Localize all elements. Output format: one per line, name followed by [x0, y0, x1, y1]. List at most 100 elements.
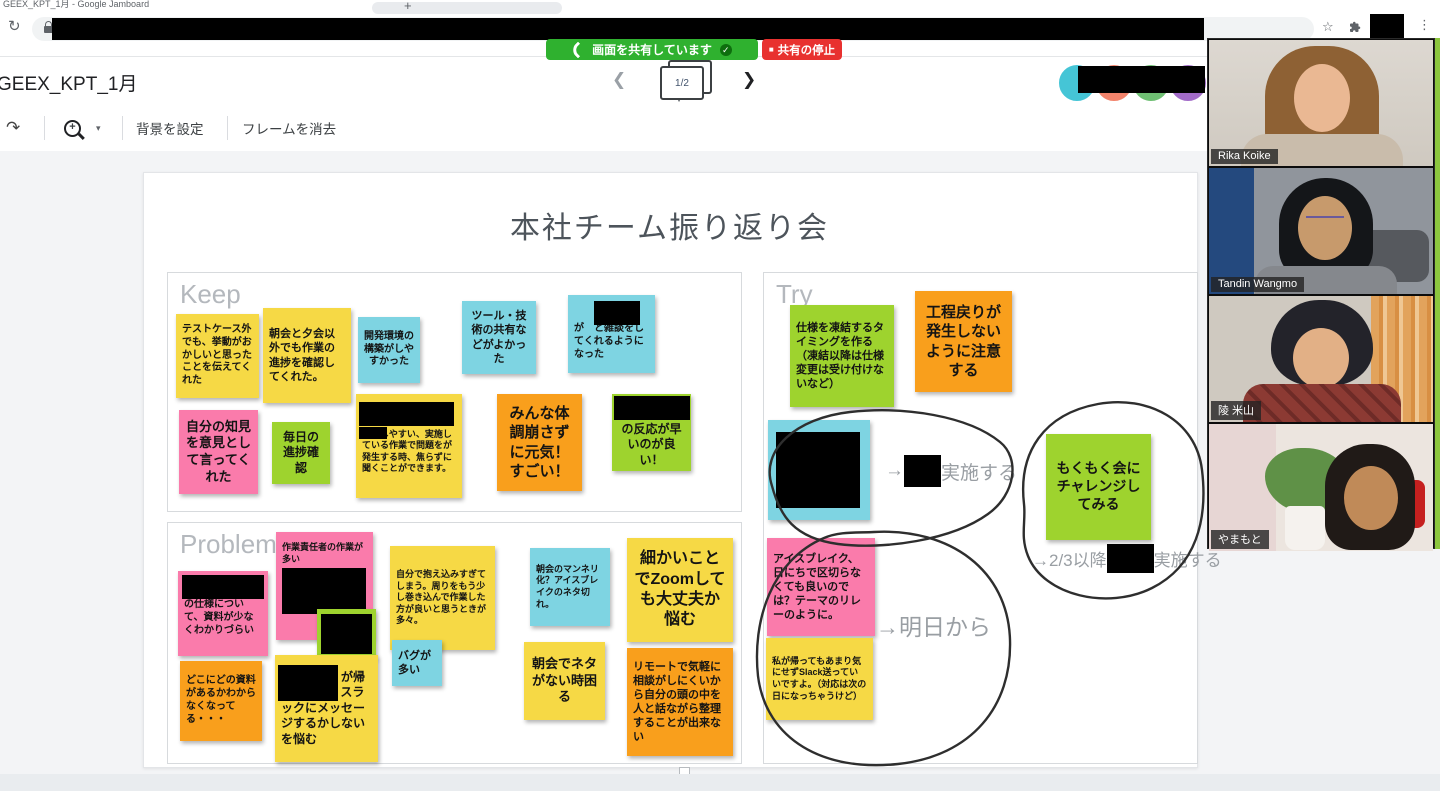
reload-icon[interactable]: ↻: [8, 17, 21, 35]
bookmark-star-icon[interactable]: ☆: [1322, 19, 1334, 35]
sticky-note[interactable]: アイスブレイク、日にちで区切らなくても良いのでは？テーマのリレーのように。: [767, 538, 875, 636]
sticky-note[interactable]: 開発環境の構築がしやすかった: [358, 317, 420, 383]
board-title: 本社チーム振り返り会: [509, 212, 830, 245]
note-text: どこにどの資料があるかわからなくなってる・・・: [186, 675, 256, 725]
note-text: みんな体調崩さずに元気！すごい！: [509, 405, 570, 480]
browser-tab-strip: GEEX_KPT_1月 - Google Jamboard +: [0, 0, 1440, 14]
video-tile[interactable]: Tandin Wangmo: [1209, 168, 1433, 294]
sticky-note[interactable]: 自分で抱え込みすぎてしまう。周りをもう少し巻き込んで作業した方が良いと思うときが…: [390, 546, 495, 650]
note-text: テストケース外でも、挙動がおかしいと思ったことを伝えてくれた: [182, 324, 252, 387]
pen-annotation: →2/3以降 実施する: [1032, 544, 1222, 573]
note-text: の仕様について、資料が少なくわかりづらい: [184, 599, 254, 636]
participant-name: Rika Koike: [1211, 149, 1278, 164]
sticky-note[interactable]: [317, 609, 376, 659]
set-background-button[interactable]: 背景を設定: [136, 105, 204, 151]
zoom-caret-icon[interactable]: ▾: [96, 105, 101, 151]
note-text: 細かいことでZoomしても大丈夫か悩む: [634, 550, 726, 629]
annotation-text: 実施する: [941, 462, 1018, 484]
screen-share-banner: 画面を共有しています ✓: [546, 39, 758, 60]
zoom-tool-icon[interactable]: +: [64, 105, 81, 151]
address-bar[interactable]: [32, 17, 1314, 41]
participant-name: 陵 米山: [1211, 401, 1262, 420]
sticky-note[interactable]: 相談しやすい、実施している作業で問題をが発生する時、焦らずに聞くことができます。: [356, 394, 462, 498]
sticky-note[interactable]: テストケース外でも、挙動がおかしいと思ったことを伝えてくれた: [176, 314, 259, 398]
extensions-icon[interactable]: [1349, 21, 1361, 33]
sticky-note[interactable]: 朝会のマンネリ化？アイスブレイクのネタ切れ。: [530, 548, 610, 626]
participant-name: Tandin Wangmo: [1211, 277, 1305, 292]
note-text: 工程戻りが発生しないように注意する: [925, 304, 1001, 379]
redaction-box: [321, 614, 372, 654]
redaction-box: [594, 301, 640, 325]
redaction-box: [614, 396, 690, 420]
note-text: 私が帰ってもあまり気にせずSlack送っていいですよ。（対応は次の日になっちゃう…: [772, 655, 867, 701]
sticky-note[interactable]: みんな体調崩さずに元気！すごい！: [497, 394, 582, 491]
sticky-note[interactable]: の反応が早いのが良い！: [612, 394, 691, 471]
sticky-note[interactable]: 朝会と夕会以外でも作業の進捗を確認してくれた。: [263, 308, 351, 403]
redo-icon[interactable]: ↷: [6, 105, 20, 151]
magnifier-icon: +: [64, 119, 81, 137]
note-text: アイスブレイク、日にちで区切らなくても良いのでは？テーマのリレーのように。: [773, 552, 861, 622]
browser-menu-icon[interactable]: ⋮: [1418, 17, 1431, 33]
pen-annotation: →明日から: [876, 608, 991, 642]
sticky-note[interactable]: バグが多い: [392, 640, 442, 686]
redaction-box: [1106, 544, 1154, 573]
sticky-note[interactable]: 仕様を凍結するタイミングを作る（凍結以降は仕様変更は受け付けないなど）: [790, 305, 894, 407]
next-frame-button[interactable]: ❯: [742, 70, 756, 90]
sticky-note[interactable]: リモートで気軽に相談がしにくいから自分の頭の中を人と話ながら整理することが出来な…: [627, 648, 733, 756]
note-text: 自分で抱え込みすぎてしまう。周りをもう少し巻き込んで作業した方が良いと思うときが…: [396, 569, 487, 626]
note-text: 毎日の進捗確認: [282, 429, 319, 475]
note-text: 自分の知見を意見として言ってくれた: [185, 418, 251, 484]
shield-check-icon: ✓: [719, 43, 732, 56]
note-text: 作業責任者の作業が多い: [282, 542, 364, 564]
sticky-note[interactable]: 自分の知見を意見として言ってくれた: [179, 410, 258, 494]
note-text: 朝会と夕会以外でも作業の進捗を確認してくれた。: [269, 328, 335, 383]
stop-square-icon: ■: [768, 45, 774, 54]
note-text: 仕様を凍結するタイミングを作る（凍結以降は仕様変更は受け付けないなど）: [796, 321, 884, 391]
note-text: もくもく会にチャレンジしてみる: [1056, 460, 1141, 512]
redaction-box: [1078, 66, 1205, 93]
annotation-text: →明日から: [876, 614, 991, 640]
redaction-box: [904, 455, 941, 487]
sticky-note[interactable]: 細かいことでZoomしても大丈夫か悩む: [627, 538, 733, 642]
redaction-box: [776, 432, 860, 508]
screen: GEEX_KPT_1月 - Google Jamboard + ↻ ☆ ⋮ 画面…: [0, 0, 1440, 791]
clear-frame-button[interactable]: フレームを消去: [242, 105, 336, 151]
note-text: 朝会のマンネリ化？アイスブレイクのネタ切れ。: [536, 563, 599, 609]
divider: [122, 116, 123, 140]
video-tile[interactable]: やまもと: [1209, 424, 1433, 551]
participant-video: [1209, 40, 1433, 166]
sticky-note[interactable]: もくもく会にチャレンジしてみる: [1046, 434, 1151, 540]
redaction-box: [359, 402, 454, 426]
previous-frame-button[interactable]: ❮: [612, 70, 626, 90]
divider: [44, 116, 45, 140]
document-title[interactable]: GEEX_KPT_1月: [0, 69, 137, 96]
redaction-box: [359, 427, 387, 439]
note-text: の反応が早いのが良い！: [621, 422, 682, 467]
note-text: 開発環境の構築がしやすかった: [364, 330, 414, 368]
stop-sharing-button[interactable]: ■ 共有の停止: [762, 39, 842, 60]
note-text: ツール・技術の共有などがよかった: [471, 310, 527, 365]
annotation-text: →2/3以降: [1032, 551, 1107, 570]
sticky-note[interactable]: 朝会でネタがない時困る: [524, 642, 605, 720]
new-tab-button[interactable]: +: [404, 0, 412, 13]
sticky-note[interactable]: が と雑談をしてくれるようになった: [568, 295, 655, 373]
sticky-note[interactable]: の仕様について、資料が少なくわかりづらい: [178, 571, 268, 656]
video-tile[interactable]: 陵 米山: [1209, 296, 1433, 422]
browser-tab[interactable]: GEEX_KPT_1月 - Google Jamboard: [3, 0, 149, 10]
sticky-note[interactable]: ツール・技術の共有などがよかった: [462, 301, 536, 374]
page-bottom-strip: [0, 774, 1440, 791]
video-tile[interactable]: Rika Koike: [1209, 40, 1433, 166]
pen-annotation: → 実施する: [885, 455, 1017, 487]
collaborator-avatars: [1056, 60, 1209, 104]
sticky-note[interactable]: [768, 420, 870, 520]
note-text: リモートで気軽に相談がしにくいから自分の頭の中を人と話ながら整理することが出来な…: [633, 660, 721, 744]
sticky-note[interactable]: 工程戻りが発生しないように注意する: [915, 291, 1012, 392]
redaction-box: [52, 18, 1204, 40]
sticky-note[interactable]: 毎日の進捗確認: [272, 422, 330, 484]
redaction-box: [278, 665, 338, 701]
note-text: 朝会でネタがない時困る: [531, 656, 597, 705]
sticky-note[interactable]: どこにどの資料があるかわからなくなってる・・・: [180, 661, 262, 741]
frame-indicator[interactable]: 1/2: [660, 66, 704, 100]
sticky-note[interactable]: 私が帰ってもあまり気にせずSlack送っていいですよ。（対応は次の日になっちゃう…: [766, 638, 873, 720]
sticky-note[interactable]: が帰ってから、スラックにメッセージするかしないを悩む: [275, 655, 378, 762]
